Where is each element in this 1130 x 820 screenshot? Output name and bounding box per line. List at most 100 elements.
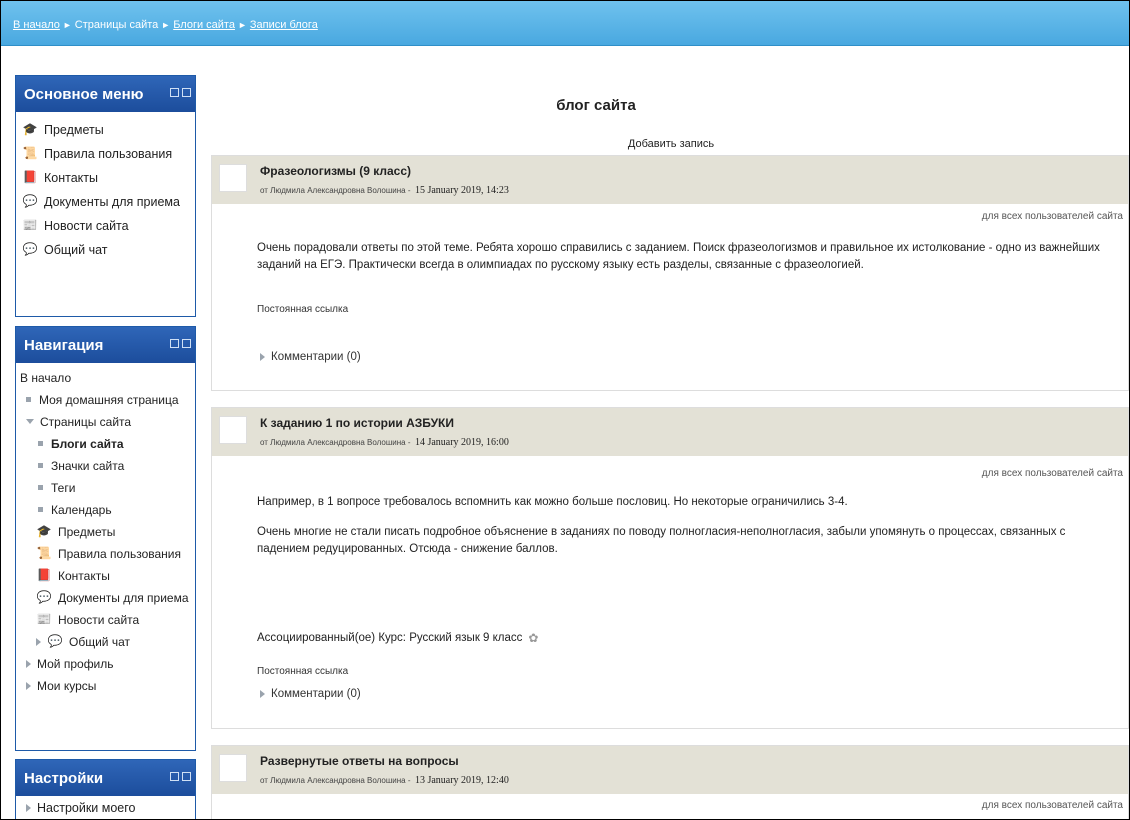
breadcrumb-separator-icon: ► (237, 20, 247, 30)
post-meta: от Людмила Александровна Волошина - 14 J… (260, 437, 509, 448)
collapse-icon[interactable] (182, 88, 191, 97)
post-course: Ассоциированный(ое) Курс: Русский язык 9… (257, 631, 539, 645)
settings-title: Настройки (24, 770, 104, 787)
chat-icon: 💬 (47, 634, 63, 648)
post-date: 14 January 2019, 16:00 (414, 437, 509, 448)
post-header: Развернутые ответы на вопросы от Людмила… (212, 746, 1128, 794)
post-author[interactable]: от Людмила Александровна Волошина - (260, 776, 410, 785)
blog-post: Развернутые ответы на вопросы от Людмила… (211, 745, 1129, 819)
nav-chat[interactable]: 💬 Общий чат (16, 631, 195, 653)
dock-icon[interactable] (170, 772, 179, 781)
nav-tags[interactable]: Теги (16, 477, 195, 499)
collapse-icon[interactable] (182, 339, 191, 348)
post-title[interactable]: Фразеологизмы (9 класс) (260, 164, 411, 178)
menu-item-chat[interactable]: 💬 Общий чат (16, 238, 195, 262)
expand-icon[interactable] (36, 638, 41, 646)
top-navbar: В начало ► Страницы сайта ► Блоги сайта ► Запи… (1, 1, 1129, 46)
chat-icon: 💬 (22, 242, 38, 256)
post-text: Очень многие не стали писать подробное о… (257, 526, 1066, 555)
avatar[interactable] (219, 754, 247, 782)
blog-post: К заданию 1 по истории АЗБУКИ от Людмила… (211, 407, 1129, 729)
post-visibility: для всех пользователей сайта (981, 211, 1123, 222)
navigation-block: Навигация В начало Моя домашняя страница… (15, 326, 196, 751)
menu-item-rules[interactable]: 📜 Правила пользования (16, 142, 195, 166)
post-meta: от Людмила Александровна Волошина - 15 J… (260, 185, 509, 196)
nav-contacts[interactable]: 📕 Контакты (16, 565, 195, 587)
contacts-icon: 📕 (36, 568, 52, 582)
bullet-icon (26, 397, 31, 402)
rules-icon: 📜 (36, 546, 52, 560)
breadcrumb-separator-icon: ► (62, 20, 72, 30)
nav-documents[interactable]: 💬 Документы для приема (16, 587, 195, 609)
menu-item-news[interactable]: 📰 Новости сайта (16, 214, 195, 238)
post-date: 15 January 2019, 14:23 (414, 185, 509, 196)
post-visibility: для всех пользователей сайта (981, 800, 1123, 811)
collapse-icon[interactable] (182, 772, 191, 781)
post-author[interactable]: от Людмила Александровна Волошина - (260, 186, 410, 195)
expand-icon (260, 353, 265, 361)
bullet-icon (38, 463, 43, 468)
post-text: Очень порадовали ответы по этой теме. Ре… (257, 242, 1100, 271)
settings-header: Настройки (16, 760, 195, 796)
nav-home[interactable]: В начало (16, 367, 195, 389)
nav-news[interactable]: 📰 Новости сайта (16, 609, 195, 631)
breadcrumb-site-blogs-link[interactable]: Блоги сайта (173, 19, 235, 31)
bullet-icon (38, 507, 43, 512)
page-title: блог сайта (556, 97, 636, 114)
menu-item-subjects[interactable]: 🎓 Предметы (16, 118, 195, 142)
post-text: Например, в 1 вопросе требовалось вспомн… (257, 496, 848, 508)
menu-item-contacts[interactable]: 📕 Контакты (16, 166, 195, 190)
post-meta: от Людмила Александровна Волошина - 13 J… (260, 775, 509, 786)
nav-subjects[interactable]: 🎓 Предметы (16, 521, 195, 543)
hat-icon: 🎓 (22, 122, 38, 136)
post-title[interactable]: Развернутые ответы на вопросы (260, 754, 459, 768)
avatar[interactable] (219, 416, 247, 444)
settings-item[interactable]: Настройки моего (16, 796, 195, 819)
expand-icon (26, 682, 31, 690)
menu-item-documents[interactable]: 💬 Документы для приема (16, 190, 195, 214)
hat-icon: 🎓 (36, 524, 52, 538)
breadcrumb-blog-entries-link[interactable]: Записи блога (250, 19, 318, 31)
comments-toggle[interactable]: Комментарии (0) (260, 688, 361, 700)
nav-site-pages[interactable]: Страницы сайта (16, 411, 195, 433)
avatar[interactable] (219, 164, 247, 192)
post-header: К заданию 1 по истории АЗБУКИ от Людмила… (212, 408, 1128, 456)
breadcrumb-site-pages: Страницы сайта (74, 19, 159, 31)
navigation-title: Навигация (24, 337, 104, 354)
post-date: 13 January 2019, 12:40 (414, 775, 509, 786)
nav-site-badges[interactable]: Значки сайта (16, 455, 195, 477)
breadcrumb-home-link[interactable]: В начало (13, 19, 60, 31)
bullet-icon (38, 485, 43, 490)
post-visibility: для всех пользователей сайта (981, 468, 1123, 479)
breadcrumb-separator-icon: ► (161, 20, 171, 30)
news-icon: 📰 (36, 612, 52, 626)
page-frame: В начало ► Страницы сайта ► Блоги сайта ► Запи… (0, 0, 1130, 820)
dock-icon[interactable] (170, 88, 179, 97)
comments-toggle[interactable]: Комментарии (0) (260, 351, 361, 363)
documents-icon: 💬 (36, 590, 52, 604)
nav-rules[interactable]: 📜 Правила пользования (16, 543, 195, 565)
nav-site-blogs[interactable]: Блоги сайта (16, 433, 195, 455)
course-icon: ✿ (528, 631, 539, 645)
permalink-link[interactable]: Постоянная ссылка (257, 304, 348, 315)
nav-my-home[interactable]: Моя домашняя страница (16, 389, 195, 411)
nav-my-profile[interactable]: Мой профиль (16, 653, 195, 675)
nav-calendar[interactable]: Календарь (16, 499, 195, 521)
post-header: Фразеологизмы (9 класс) от Людмила Алекс… (212, 156, 1128, 204)
blog-post: Фразеологизмы (9 класс) от Людмила Алекс… (211, 155, 1129, 391)
add-entry-link[interactable]: Добавить запись (211, 138, 1129, 150)
expand-icon (260, 690, 265, 698)
bullet-icon (38, 441, 43, 446)
expand-icon (26, 660, 31, 668)
documents-icon: 💬 (22, 194, 38, 208)
post-author[interactable]: от Людмила Александровна Волошина - (260, 438, 410, 447)
navigation-header: Навигация (16, 327, 195, 363)
news-icon: 📰 (22, 218, 38, 232)
expand-icon (26, 804, 31, 812)
permalink-link[interactable]: Постоянная ссылка (257, 666, 348, 677)
rules-icon: 📜 (22, 146, 38, 160)
expanded-icon (26, 419, 34, 424)
post-title[interactable]: К заданию 1 по истории АЗБУКИ (260, 416, 454, 430)
dock-icon[interactable] (170, 339, 179, 348)
nav-my-courses[interactable]: Мои курсы (16, 675, 195, 697)
